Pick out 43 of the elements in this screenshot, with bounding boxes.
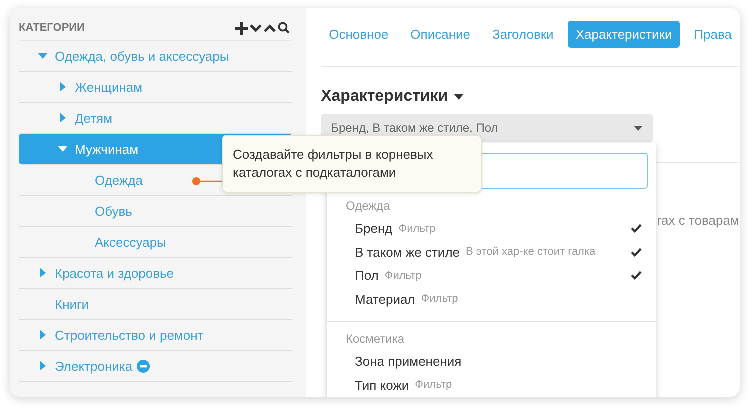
tab[interactable]: Описание [402,21,478,48]
caret-down-icon[interactable] [454,94,464,100]
tab[interactable]: Основное [321,21,397,48]
tree-item[interactable]: Электроника [19,351,292,382]
tree-item[interactable]: Книги [19,289,292,320]
tree-item[interactable]: Женщинам [19,72,292,103]
tree-item[interactable]: Обувь [19,196,292,227]
dropdown-item[interactable]: Материал Фильтр [327,288,656,311]
item-note: В этой хар-ке стоит галка [466,246,596,258]
minus-circle-icon [136,360,150,372]
caret-down-icon[interactable] [634,126,644,130]
tooltip: Создавайте фильтры в корневых каталогах с подкаталогами [222,135,482,193]
dropdown-item[interactable]: Бренд Фильтр [327,217,656,240]
plus-icon[interactable] [235,22,248,34]
caret-right-icon[interactable] [58,82,68,92]
item-note: Фильтр [421,293,458,306]
dropdown-item[interactable]: Зона применения [327,350,656,374]
caret-right-icon[interactable] [58,113,68,123]
tab[interactable]: Заголовки [484,21,562,48]
item-note: Фильтр [398,222,436,235]
tree-item[interactable]: Одежда, обувь и аксессуары [19,40,292,72]
tree-item[interactable]: Строительство и ремонт [19,320,292,351]
leader-line [192,177,223,186]
caret-right-icon[interactable] [38,330,48,340]
tree-item[interactable]: Красота и здоровье [19,258,292,289]
caret-right-icon[interactable] [38,268,48,278]
section-title: Характеристики [321,88,448,106]
tab[interactable]: Характеристики [568,21,680,48]
item-note: Фильтр [384,270,422,282]
chevron-down-icon[interactable] [250,24,262,32]
sidebar-title: КАТЕГОРИИ [19,22,85,34]
background-text: гах с товарам [657,213,740,228]
dropdown-item[interactable]: В таком же стиле В этой хар-ке стоит галка [327,240,656,264]
search-icon[interactable] [278,22,290,34]
group-heading: Одежда [345,198,392,215]
tree-item[interactable]: Аксессуары [19,227,292,258]
tab[interactable]: Права [686,21,740,48]
dropdown-item[interactable]: Тип кожи Фильтр [327,374,656,397]
caret-right-icon[interactable] [38,361,48,371]
dropdown-item[interactable]: Пол Фильтр [327,264,656,288]
item-note: Фильтр [415,379,452,392]
group-heading: Косметика [345,331,406,348]
chevron-up-icon[interactable] [264,24,276,32]
